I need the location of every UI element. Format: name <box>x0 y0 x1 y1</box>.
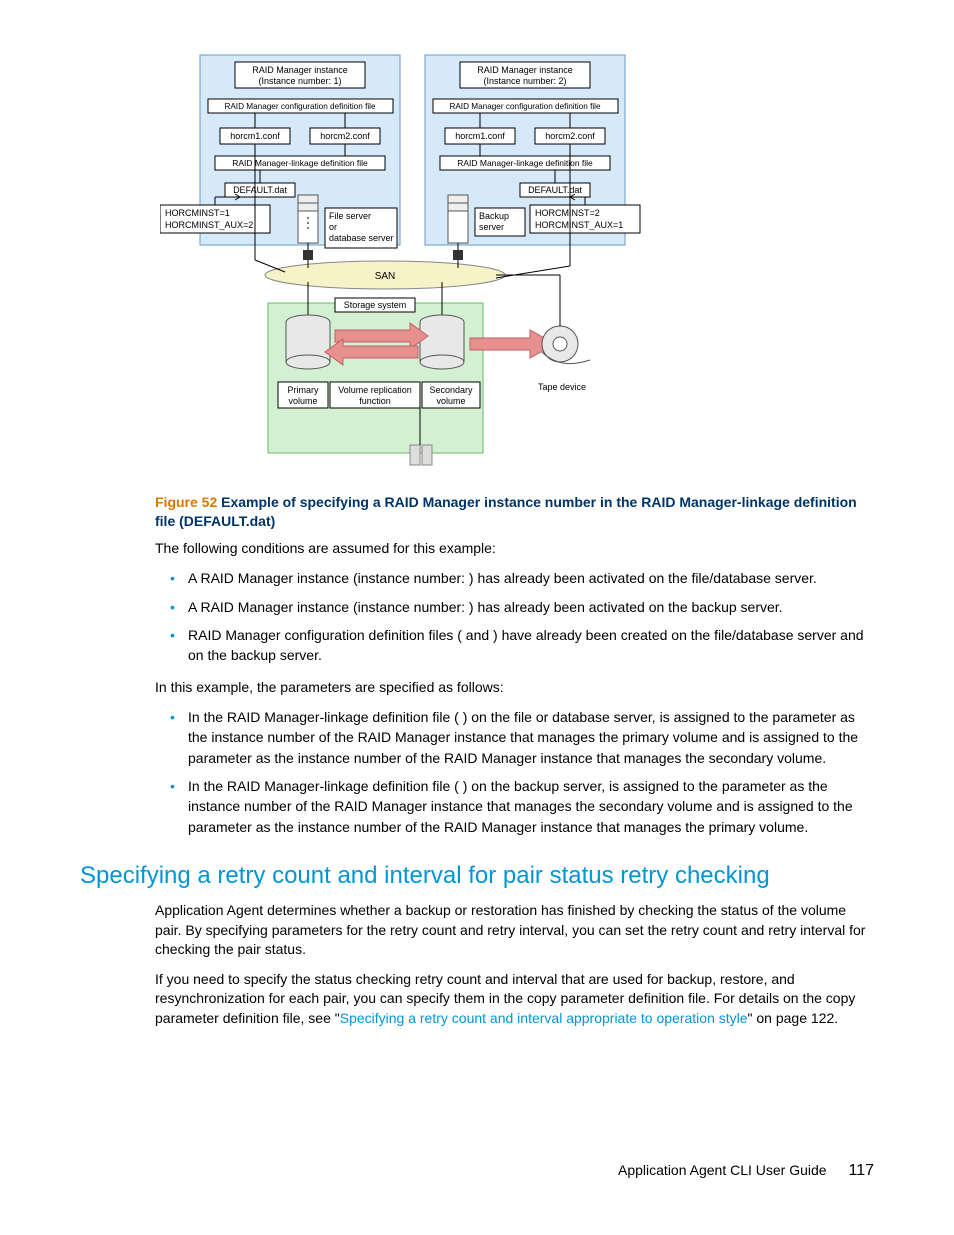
list-item: In the RAID Manager-linkage definition f… <box>170 707 874 768</box>
figure-number: Figure 52 <box>155 494 221 510</box>
primary-volume-icon <box>286 315 330 369</box>
svg-text:function: function <box>359 396 391 406</box>
svg-text:database server: database server <box>329 233 394 243</box>
secondary-volume-icon <box>420 315 464 369</box>
page-footer: Application Agent CLI User Guide 117 <box>618 1162 874 1180</box>
svg-text:horcm1.conf: horcm1.conf <box>455 131 505 141</box>
list-item: A RAID Manager instance (instance number… <box>170 568 874 588</box>
svg-text:volume: volume <box>288 396 317 406</box>
svg-text:HORCMINST=1: HORCMINST=1 <box>165 208 230 218</box>
list-item: RAID Manager configuration definition fi… <box>170 625 874 666</box>
svg-text:DEFAULT.dat: DEFAULT.dat <box>528 185 582 195</box>
svg-text:horcm2.conf: horcm2.conf <box>545 131 595 141</box>
paragraph-retry-1: Application Agent determines whether a b… <box>155 901 874 960</box>
svg-text:RAID Manager-linkage definitio: RAID Manager-linkage definition file <box>232 158 368 168</box>
svg-text:Storage system: Storage system <box>344 300 407 310</box>
link-operation-style[interactable]: Specifying a retry count and interval ap… <box>340 1010 748 1026</box>
svg-text:HORCMINST_AUX=2: HORCMINST_AUX=2 <box>165 220 253 230</box>
list-item: In the RAID Manager-linkage definition f… <box>170 776 874 837</box>
svg-text:horcm1.conf: horcm1.conf <box>230 131 280 141</box>
figure-caption: Figure 52 Example of specifying a RAID M… <box>155 493 874 531</box>
params-list: In the RAID Manager-linkage definition f… <box>170 707 874 837</box>
svg-text:Backup: Backup <box>479 211 509 221</box>
footer-page-number: 117 <box>848 1162 874 1179</box>
tape-device-icon <box>542 326 590 364</box>
paragraph-retry-2: If you need to specify the status checki… <box>155 970 874 1029</box>
svg-text:RAID Manager instance: RAID Manager instance <box>477 65 573 75</box>
svg-text:RAID Manager instance: RAID Manager instance <box>252 65 348 75</box>
raid-manager-diagram: RAID Manager instance (Instance number: … <box>160 50 874 473</box>
svg-text:(Instance number: 2): (Instance number: 2) <box>483 76 566 86</box>
svg-text:File server: File server <box>329 211 371 221</box>
section-heading-retry: Specifying a retry count and interval fo… <box>80 861 874 891</box>
svg-text:HORCMINST=2: HORCMINST=2 <box>535 208 600 218</box>
svg-text:volume: volume <box>436 396 465 406</box>
svg-text:Primary: Primary <box>288 385 319 395</box>
svg-text:RAID Manager-linkage definitio: RAID Manager-linkage definition file <box>457 158 593 168</box>
svg-text:Volume replication: Volume replication <box>338 385 412 395</box>
svg-text:server: server <box>479 222 504 232</box>
svg-text:horcm2.conf: horcm2.conf <box>320 131 370 141</box>
svg-text:HORCMINST_AUX=1: HORCMINST_AUX=1 <box>535 220 623 230</box>
svg-text:SAN: SAN <box>375 271 396 282</box>
svg-text:Tape device: Tape device <box>538 382 586 392</box>
svg-text:or: or <box>329 222 337 232</box>
figure-caption-text: Example of specifying a RAID Manager ins… <box>155 494 857 529</box>
svg-text:Secondary: Secondary <box>429 385 473 395</box>
list-item: A RAID Manager instance (instance number… <box>170 597 874 617</box>
backup-server-icon <box>448 195 468 243</box>
paragraph-conditions-intro: The following conditions are assumed for… <box>155 539 874 559</box>
conditions-list: A RAID Manager instance (instance number… <box>170 568 874 665</box>
svg-text:(Instance number: 1): (Instance number: 1) <box>258 76 341 86</box>
svg-text:RAID Manager configuration def: RAID Manager configuration definition fi… <box>449 102 601 111</box>
svg-text:DEFAULT.dat: DEFAULT.dat <box>233 185 287 195</box>
file-server-icon <box>298 195 318 243</box>
footer-doc-title: Application Agent CLI User Guide <box>618 1162 827 1178</box>
svg-text:RAID Manager configuration def: RAID Manager configuration definition fi… <box>224 102 376 111</box>
paragraph-params-intro: In this example, the parameters are spec… <box>155 678 874 698</box>
paragraph-retry-2b: " on page 122. <box>748 1010 839 1026</box>
